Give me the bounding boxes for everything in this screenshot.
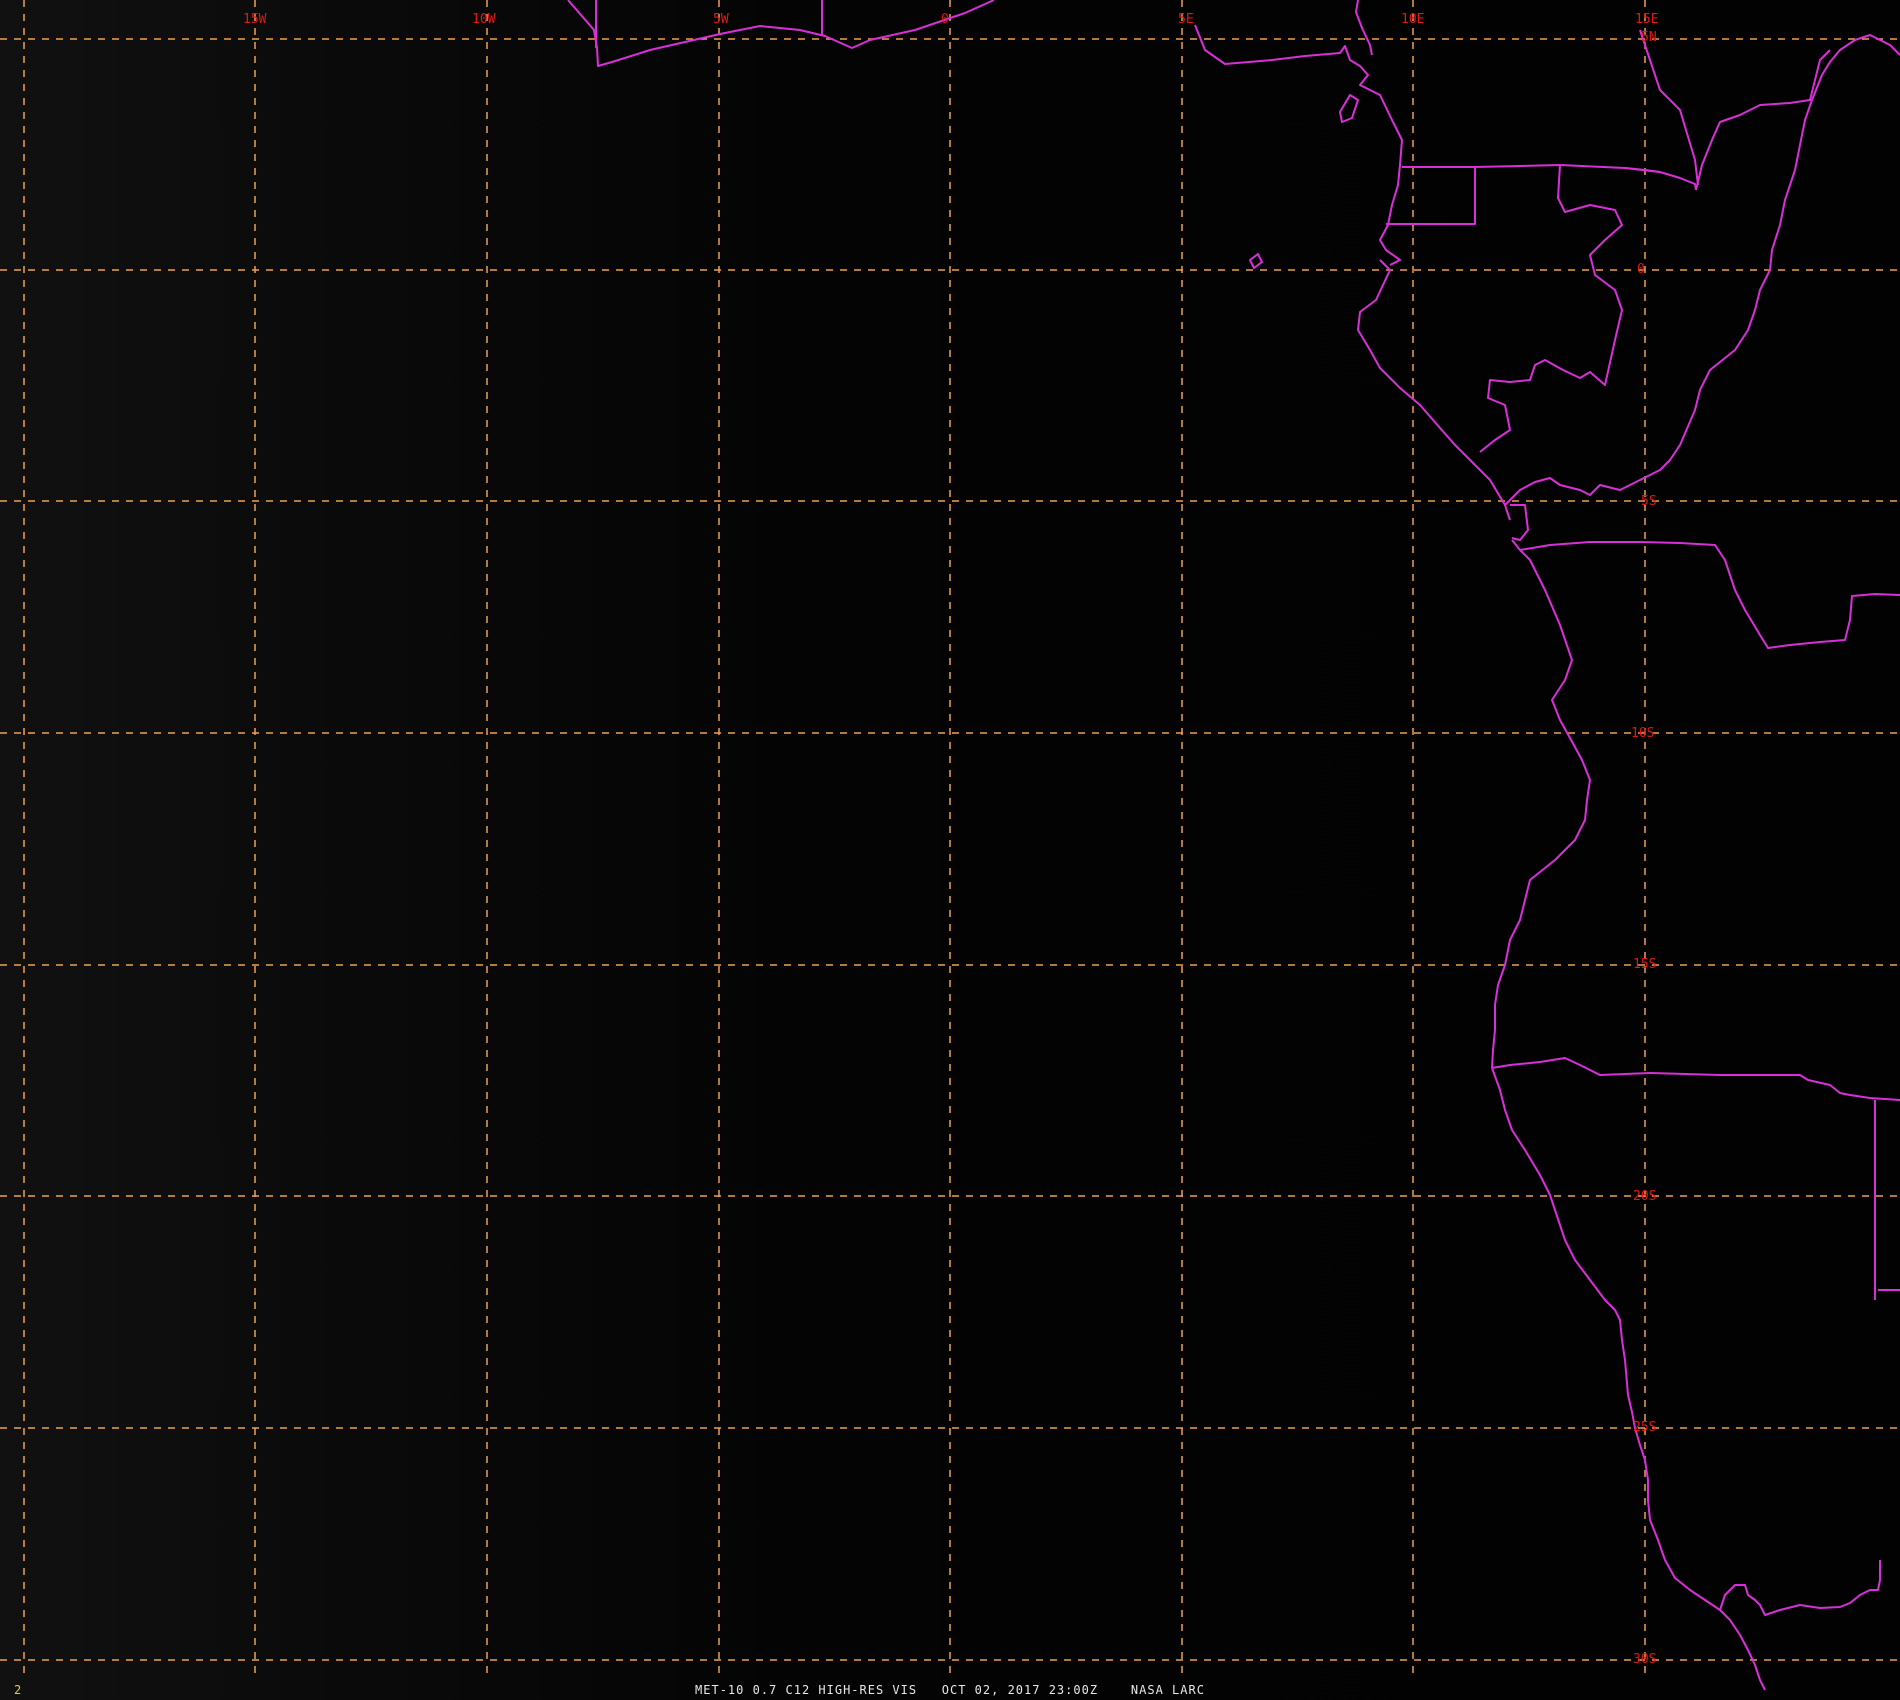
- gabon-coastline: [1357, 259, 1511, 521]
- gabon-cameroon-congo-border: [1474, 164, 1697, 191]
- drc-angola-border: [1519, 541, 1900, 649]
- map-overlay: 15W 10W 5W 0 5E 10E 15E 5N 0 5S 10S 15S …: [0, 0, 1900, 1691]
- orange-river-border: [1719, 1560, 1881, 1616]
- lat-label-15s: 15S: [1633, 957, 1656, 972]
- cabinda-enclave: [1510, 504, 1529, 541]
- coastlines-and-borders: [567, 0, 1900, 1691]
- namibia-angola-border: [1491, 1057, 1900, 1101]
- lon-label-10w: 10W: [472, 12, 496, 27]
- sao-tome-island: [1249, 253, 1263, 269]
- lon-label-0: 0: [941, 12, 949, 27]
- latitude-labels: 5N 0 5S 10S 15S 20S 25S 30S: [1631, 30, 1657, 1667]
- congo-drc-river-border: [1695, 49, 1831, 191]
- lat-label-0: 0: [1637, 262, 1645, 277]
- car-border: [1624, 167, 1661, 173]
- lat-label-25s: 25S: [1633, 1420, 1656, 1435]
- nigeria-cameroon-border: [1355, 0, 1373, 56]
- lon-label-15e: 15E: [1635, 12, 1658, 27]
- lat-label-5n: 5N: [1641, 30, 1657, 45]
- lat-label-20s: 20S: [1633, 1189, 1656, 1204]
- lon-label-5w: 5W: [713, 12, 729, 27]
- lon-label-5e: 5E: [1178, 12, 1194, 27]
- cameroon-car-border: [1639, 29, 1699, 186]
- west-africa-coastline: [567, 0, 995, 67]
- gabon-congo-border: [1479, 164, 1623, 453]
- lat-label-5s: 5S: [1641, 494, 1657, 509]
- lat-label-30s: 30S: [1633, 1652, 1656, 1667]
- lon-label-10e: 10E: [1401, 12, 1424, 27]
- image-caption: MET-10 0.7 C12 HIGH-RES VIS OCT 02, 2017…: [695, 1683, 1205, 1697]
- angola-coastline: [1491, 539, 1591, 1069]
- lat-label-10s: 10S: [1631, 726, 1654, 741]
- lon-label-15w: 15W: [243, 12, 267, 27]
- bioko-island: [1339, 94, 1359, 123]
- nigeria-cameroon-coastline: [1194, 24, 1403, 266]
